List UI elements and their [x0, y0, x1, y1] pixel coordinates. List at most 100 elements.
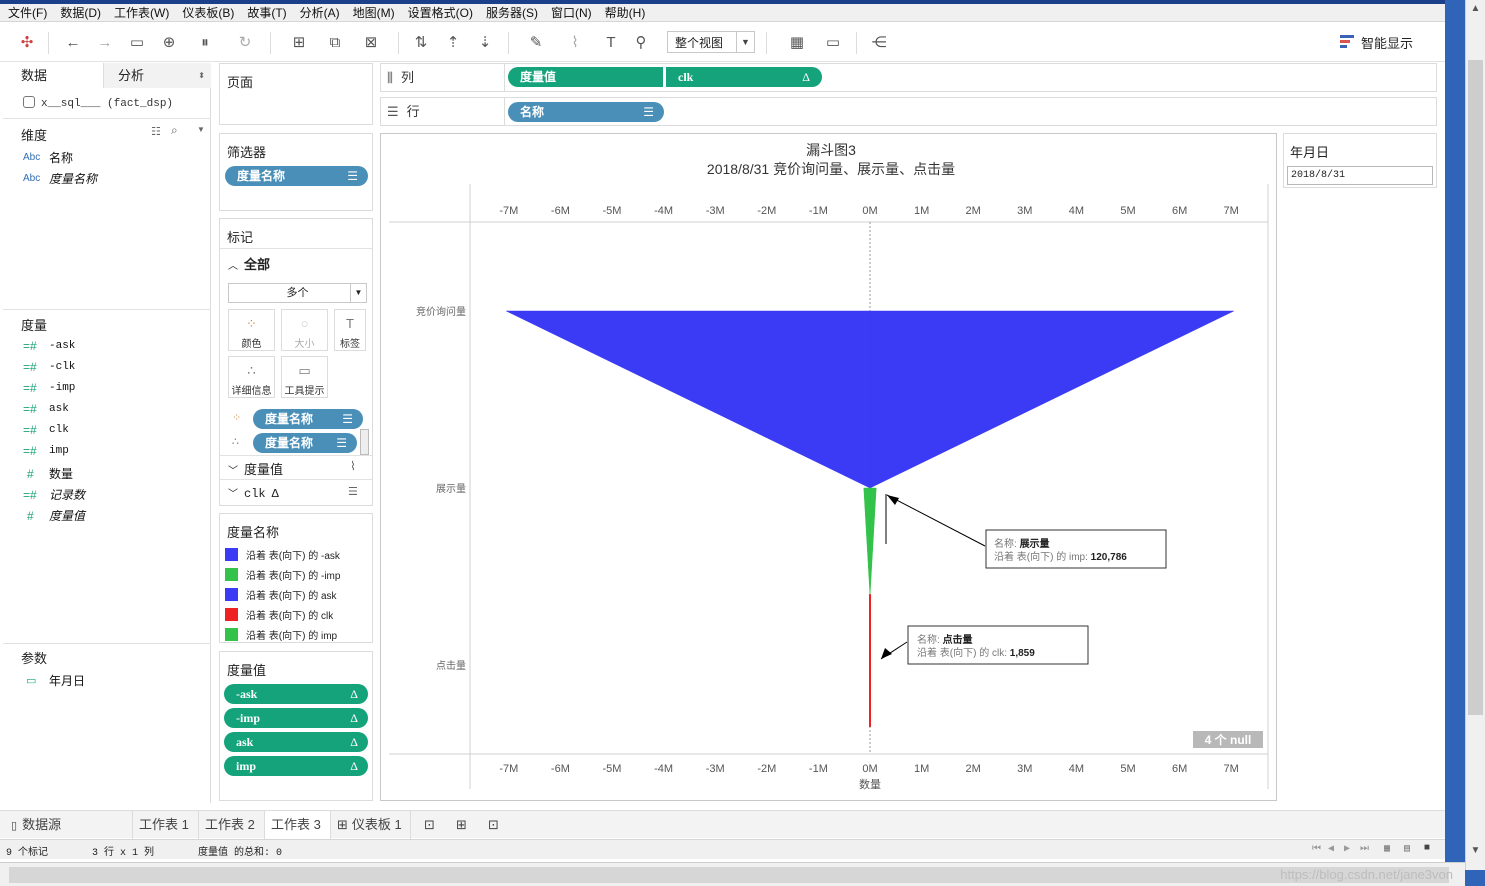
mark-type-select[interactable]: 多个 ▼: [228, 283, 367, 303]
horizontal-scrollbar[interactable]: https://blog.csdn.net/jane3von: [0, 862, 1465, 886]
redo-icon[interactable]: →: [94, 32, 116, 52]
show-cards-icon[interactable]: ▦: [780, 32, 814, 52]
measure-pill[interactable]: ask Δ: [224, 732, 368, 752]
tableau-logo-icon[interactable]: ✣: [16, 32, 38, 52]
duplicate-sheet-icon[interactable]: ⧉: [324, 32, 346, 52]
undo-icon[interactable]: ←: [62, 32, 84, 52]
nav-last-icon[interactable]: ⏭: [1360, 843, 1369, 855]
menu-worksheet[interactable]: 工作表(W): [114, 4, 169, 21]
rows-pill-name[interactable]: 名称 ☰: [508, 102, 664, 122]
measure-values-subcard[interactable]: ﹀ 度量值: [228, 459, 283, 478]
new-datasource-icon[interactable]: ⊕: [158, 32, 180, 52]
scroll-thumb[interactable]: [1468, 60, 1483, 715]
clk-subcard[interactable]: ﹀ clk Δ: [228, 485, 279, 501]
tooltip-button[interactable]: ▭ 工具提示: [281, 356, 328, 398]
presentation-icon[interactable]: ▭: [822, 32, 844, 52]
pause-updates-icon[interactable]: ⏸: [190, 32, 220, 52]
menu-window[interactable]: 窗口(N): [551, 4, 592, 21]
tab-worksheet-1[interactable]: 工作表 1: [133, 811, 199, 839]
list-view-icon[interactable]: ☷: [151, 125, 161, 138]
columns-pill-measure-values[interactable]: 度量值: [508, 67, 663, 87]
filmstrip-view-icon[interactable]: ▤: [1404, 843, 1410, 855]
refresh-icon[interactable]: ↻: [228, 32, 262, 52]
legend-item[interactable]: 沿着 表(向下) 的 ask: [225, 587, 337, 602]
save-icon[interactable]: ▭: [126, 32, 148, 52]
null-indicator[interactable]: 4 个 null: [1193, 731, 1263, 748]
sort-desc-icon[interactable]: ⇣: [474, 32, 496, 52]
new-dashboard-tab-icon[interactable]: ⊞: [450, 811, 480, 839]
legend-item[interactable]: 沿着 表(向下) 的 -imp: [225, 567, 340, 582]
menu-story[interactable]: 故事(T): [247, 4, 286, 21]
color-pill[interactable]: 度量名称 ☰: [253, 409, 363, 429]
pages-card[interactable]: 页面: [219, 63, 373, 125]
scroll-down-icon[interactable]: ▼: [1466, 842, 1485, 860]
measure-field[interactable]: =# -ask: [23, 339, 75, 353]
menu-file[interactable]: 文件(F): [8, 4, 47, 21]
marks-scrollbar[interactable]: [360, 429, 369, 455]
dimension-field[interactable]: Abc 度量名称: [23, 170, 97, 187]
legend-item[interactable]: 沿着 表(向下) 的 imp: [225, 627, 337, 642]
size-button[interactable]: ○ 大小: [281, 309, 328, 351]
nav-first-icon[interactable]: ⏮: [1312, 843, 1321, 855]
measure-field[interactable]: =# -imp: [23, 381, 75, 395]
nav-next-icon[interactable]: ▶: [1344, 843, 1350, 855]
detail-pill[interactable]: 度量名称 ☰: [253, 433, 357, 453]
new-story-tab-icon[interactable]: ⊡: [482, 811, 512, 839]
measure-pill[interactable]: -imp Δ: [224, 708, 368, 728]
vertical-scrollbar[interactable]: ▲ ▼: [1465, 0, 1485, 870]
filter-pill[interactable]: 度量名称 ☰: [225, 166, 368, 186]
menu-server[interactable]: 服务器(S): [486, 4, 538, 21]
new-worksheet-icon[interactable]: ⊞: [282, 32, 316, 52]
tab-dashboard-1[interactable]: ⊞ 仪表板 1: [331, 811, 411, 839]
rows-shelf[interactable]: ☰ 行 名称 ☰: [380, 97, 1437, 126]
funnel-chart[interactable]: 漏斗图3 2018/8/31 竞价询问量、展示量、点击量 -7M -6M -5M -4…: [381, 134, 1278, 802]
chevron-down-icon[interactable]: ▼: [197, 125, 205, 134]
scroll-thumb[interactable]: [9, 867, 1449, 883]
label-icon[interactable]: T: [600, 32, 622, 52]
tab-worksheet-3[interactable]: 工作表 3: [265, 811, 331, 839]
nav-prev-icon[interactable]: ◀: [1328, 843, 1334, 855]
clear-sheet-icon[interactable]: ⊠: [354, 32, 388, 52]
worksheet-view[interactable]: 漏斗图3 2018/8/31 竞价询问量、展示量、点击量 -7M -6M -5M -4…: [380, 133, 1277, 801]
show-me-button[interactable]: 智能显示: [1340, 32, 1413, 52]
legend-item[interactable]: 沿着 表(向下) 的 -ask: [225, 547, 340, 562]
date-filter-input[interactable]: 2018/8/31: [1287, 166, 1433, 185]
menu-help[interactable]: 帮助(H): [605, 4, 646, 21]
highlight-icon[interactable]: ✎: [520, 32, 552, 52]
label-button[interactable]: T 标签: [334, 309, 366, 351]
sort-asc-icon[interactable]: ⇡: [442, 32, 464, 52]
menu-analysis[interactable]: 分析(A): [300, 4, 340, 21]
grid-view-icon[interactable]: ▦: [1384, 843, 1390, 855]
measure-field[interactable]: =# clk: [23, 423, 69, 437]
view-size-select[interactable]: 整个视图 ▼: [667, 31, 755, 53]
detail-button[interactable]: ∴ 详细信息: [228, 356, 275, 398]
dimension-field[interactable]: Abc 名称: [23, 149, 73, 166]
tab-worksheet-2[interactable]: 工作表 2: [199, 811, 265, 839]
columns-pill-clk[interactable]: clk Δ: [666, 67, 822, 87]
swap-icon[interactable]: ⇅: [410, 32, 432, 52]
measure-pill[interactable]: imp Δ: [224, 756, 368, 776]
menu-dashboard[interactable]: 仪表板(B): [182, 4, 234, 21]
menu-data[interactable]: 数据(D): [60, 4, 101, 21]
new-worksheet-tab-icon[interactable]: ⊡: [418, 811, 448, 839]
measure-field[interactable]: =# imp: [23, 444, 69, 458]
measure-field[interactable]: =# -clk: [23, 360, 75, 374]
filters-card[interactable]: 筛选器 度量名称 ☰: [219, 133, 373, 211]
measure-field[interactable]: # 数量: [23, 465, 73, 482]
parameter-field[interactable]: ▭ 年月日: [23, 672, 85, 689]
marks-all-toggle[interactable]: ︿ 全部: [228, 254, 270, 273]
columns-shelf[interactable]: ⫼ 列 度量值 clk Δ: [380, 63, 1437, 92]
pin-icon[interactable]: ⚲: [630, 32, 652, 52]
tab-analysis[interactable]: 分析 ⬍: [103, 63, 211, 88]
share-icon[interactable]: ⋲: [868, 32, 890, 52]
legend-item[interactable]: 沿着 表(向下) 的 clk: [225, 607, 333, 622]
measure-field[interactable]: =# 记录数: [23, 486, 85, 503]
tab-data[interactable]: 数据: [3, 63, 103, 88]
measure-pill[interactable]: -ask Δ: [224, 684, 368, 704]
datasource-item[interactable]: x__sql___ (fact_dsp): [23, 96, 173, 110]
search-icon[interactable]: ⌕: [171, 123, 178, 138]
menu-map[interactable]: 地图(M): [353, 4, 395, 21]
tabs-view-icon[interactable]: ■: [1424, 843, 1430, 854]
menu-format[interactable]: 设置格式(O): [408, 4, 473, 21]
group-icon[interactable]: ⌇: [558, 32, 592, 52]
